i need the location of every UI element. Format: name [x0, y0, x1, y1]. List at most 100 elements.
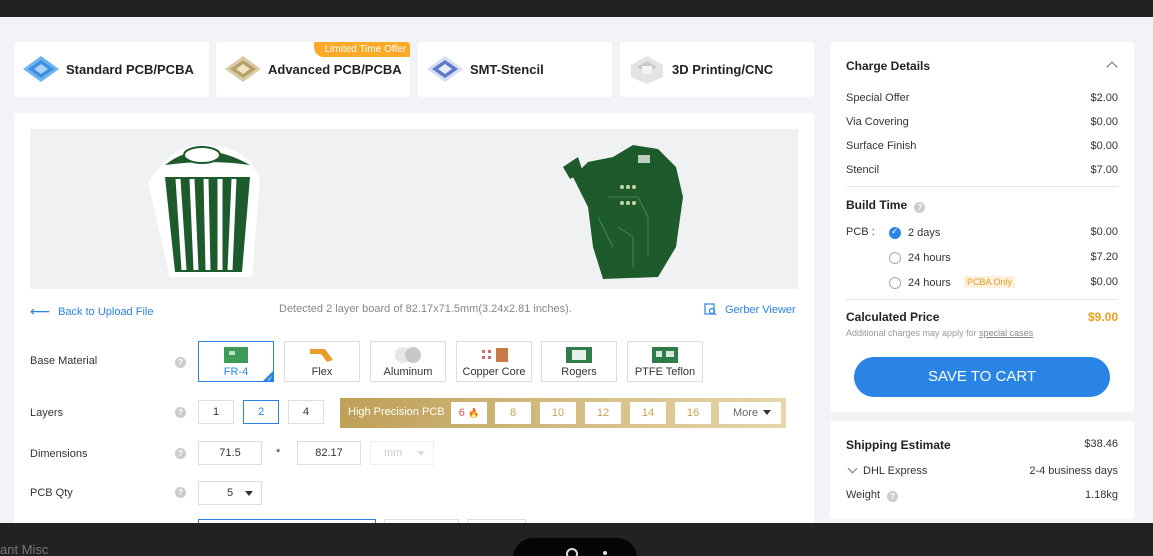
material-label: Aluminum — [383, 366, 433, 378]
material-option-aluminum[interactable]: Aluminum — [370, 341, 446, 382]
base-material-label: Base Material — [30, 355, 98, 367]
charge-label: Stencil — [846, 164, 880, 176]
chevron-up-icon[interactable] — [1106, 61, 1118, 73]
fire-icon: 🔥 — [467, 408, 480, 418]
dimension-height-input[interactable]: 82.17 — [297, 441, 361, 465]
shipping-method: DHL Express — [863, 465, 928, 477]
build-time-label: Build Time — [846, 198, 908, 212]
misc-text: ant Misc — [0, 542, 49, 556]
build-time-option-label: 2 days — [908, 227, 941, 239]
standard-pcb-icon — [21, 53, 61, 87]
flex-board-icon — [307, 346, 337, 364]
gerber-viewer-link[interactable]: Gerber Viewer — [704, 303, 796, 316]
caret-down-icon — [417, 451, 425, 456]
build-time-option-price: $7.20 — [1090, 251, 1118, 263]
search-icon — [566, 548, 578, 556]
aluminum-board-icon — [393, 346, 423, 364]
material-option-ptfe[interactable]: PTFE Teflon — [627, 341, 703, 382]
material-option-rogers[interactable]: Rogers — [541, 341, 617, 382]
charge-label: Special Offer — [846, 92, 910, 104]
layer-option-1[interactable]: 1 — [198, 400, 234, 424]
build-time-option-price: $0.00 — [1090, 276, 1118, 288]
pcb-build-label: PCB : — [846, 226, 875, 238]
charge-line: Stencil $7.00 — [846, 164, 1118, 176]
limited-offer-badge: Limited Time Offer — [314, 42, 410, 57]
tab-label: 3D Printing/CNC — [672, 62, 774, 77]
tab-3d-printing[interactable]: 3D Printing/CNC — [620, 42, 814, 97]
dimension-unit-select[interactable]: mm — [370, 441, 434, 465]
additional-charges-note: Additional charges may apply for special… — [846, 328, 1033, 338]
layer-option-6[interactable]: 6 🔥 — [451, 402, 487, 424]
tab-standard-pcb[interactable]: Standard PCB/PCBA — [14, 42, 209, 97]
charge-line: Via Covering $0.00 — [846, 116, 1118, 128]
smt-stencil-icon — [425, 53, 465, 87]
caret-down-icon — [245, 491, 253, 496]
layers-label: Layers — [30, 407, 64, 419]
weight-label-wrap: Weight ? — [846, 489, 899, 502]
layer-option-16[interactable]: 16 — [675, 402, 711, 424]
weight-label: Weight — [846, 489, 881, 501]
tab-label: Standard PCB/PCBA — [66, 62, 194, 77]
pcb-qty-select[interactable]: 5 — [198, 481, 262, 505]
pcba-only-tag: PCBA Only — [964, 276, 1016, 288]
material-option-fr4[interactable]: FR-4 — [198, 341, 274, 383]
charge-label: Surface Finish — [846, 140, 917, 152]
copper-core-icon — [479, 346, 509, 364]
build-time-radio-24h[interactable] — [889, 252, 901, 264]
charge-line: Surface Finish $0.00 — [846, 140, 1118, 152]
unit-label: mm — [384, 447, 403, 459]
floating-pill[interactable] — [513, 538, 637, 556]
help-icon[interactable]: ? — [914, 202, 926, 213]
tab-smt-stencil[interactable]: SMT-Stencil — [418, 42, 612, 97]
tab-advanced-pcb[interactable]: Advanced PCB/PCBA Limited Time Offer — [216, 42, 410, 97]
more-layers-dropdown[interactable]: More — [719, 402, 781, 424]
shipping-days: 2-4 business days — [1029, 465, 1118, 477]
pcb-config-panel: ⟵ Back to Upload File Detected 2 layer b… — [14, 113, 814, 539]
build-time-radio-2days[interactable] — [889, 226, 901, 239]
dimension-width-input[interactable]: 71.5 — [198, 441, 262, 465]
advanced-pcb-icon — [223, 53, 263, 87]
build-time-option-price: $0.00 — [1090, 226, 1118, 238]
layer-option-14[interactable]: 14 — [630, 402, 666, 424]
layer-option-8[interactable]: 8 — [495, 402, 531, 424]
help-icon[interactable]: ? — [887, 491, 899, 502]
browser-top-bar — [0, 0, 1153, 17]
build-time-radio-24h-pcba[interactable] — [889, 277, 901, 289]
material-option-flex[interactable]: Flex — [284, 341, 360, 382]
layer-option-2[interactable]: 2 — [243, 400, 279, 424]
dimensions-label: Dimensions — [30, 448, 88, 460]
layer-6-label: 6 — [458, 407, 465, 419]
high-precision-pcb-group: High Precision PCB 6 🔥 8 10 12 14 16 Mor… — [340, 398, 786, 428]
layer-option-10[interactable]: 10 — [540, 402, 576, 424]
layer-option-4[interactable]: 4 — [288, 400, 324, 424]
charge-line: Special Offer $2.00 — [846, 92, 1118, 104]
material-option-copper-core[interactable]: Copper Core — [456, 341, 532, 382]
weight-value: 1.18kg — [1084, 489, 1118, 501]
tab-label: Advanced PCB/PCBA — [268, 62, 402, 77]
back-to-upload-link[interactable]: ⟵ Back to Upload File — [30, 303, 153, 320]
help-icon[interactable]: ? — [175, 407, 186, 418]
material-label: Flex — [311, 366, 333, 378]
build-time-option-label: 24 hours — [908, 252, 951, 264]
rogers-board-icon — [564, 346, 594, 364]
build-time-title: Build Time ? — [846, 198, 926, 213]
help-icon[interactable]: ? — [175, 448, 186, 459]
save-to-cart-button[interactable]: SAVE TO CART — [854, 357, 1110, 397]
shipping-title: Shipping Estimate — [846, 438, 951, 452]
detected-board-text: Detected 2 layer board of 82.17x71.5mm(3… — [279, 303, 572, 315]
material-label: FR-4 — [223, 366, 249, 378]
more-label: More — [733, 407, 759, 419]
material-label: Rogers — [561, 366, 597, 378]
shipping-method-row[interactable]: DHL Express 2-4 business days — [846, 465, 1118, 477]
special-cases-link[interactable]: special cases — [979, 328, 1033, 338]
charge-value: $0.00 — [1090, 140, 1118, 152]
overlay-bottom-bar: ant Misc — [0, 523, 1153, 556]
layer-option-12[interactable]: 12 — [585, 402, 621, 424]
help-icon[interactable]: ? — [175, 357, 186, 368]
build-time-option-label: 24 hours — [908, 277, 951, 289]
shipping-amount: $38.46 — [1084, 438, 1118, 450]
help-icon[interactable]: ? — [175, 487, 186, 498]
divider — [846, 299, 1118, 300]
qty-value: 5 — [227, 487, 234, 499]
dot-icon — [603, 551, 607, 555]
